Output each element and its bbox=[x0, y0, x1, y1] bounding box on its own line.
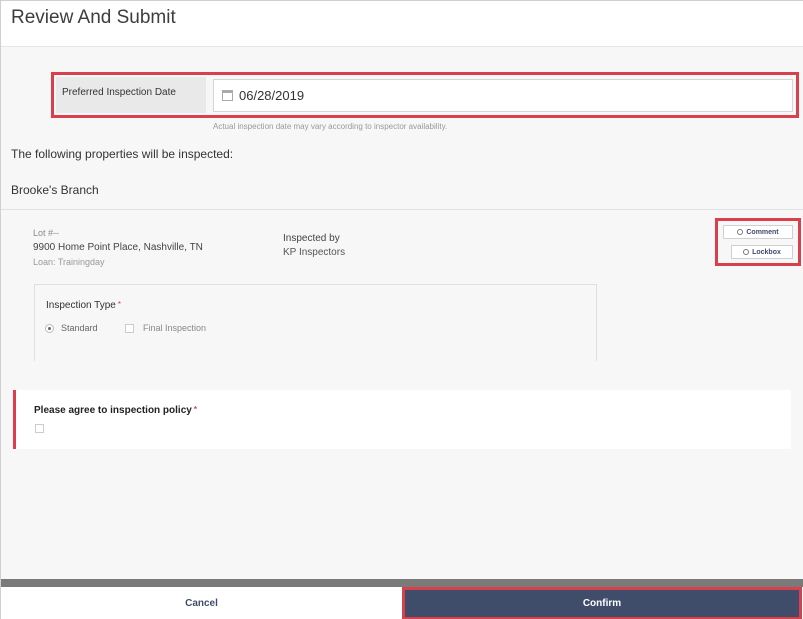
calendar-icon[interactable] bbox=[222, 90, 233, 101]
lockbox-button-label: Lockbox bbox=[752, 248, 781, 256]
page-title: Review And Submit bbox=[11, 7, 176, 28]
confirm-button[interactable]: Confirm bbox=[405, 590, 799, 617]
radio-standard[interactable] bbox=[45, 324, 54, 333]
comment-button[interactable]: Comment bbox=[723, 225, 793, 239]
review-submit-dialog: Review And Submit Preferred Inspection D… bbox=[0, 0, 803, 619]
loan-name: Loan: Trainingday bbox=[33, 257, 105, 267]
inspection-type-label: Inspection Type * bbox=[46, 300, 121, 311]
final-inspection-checkbox[interactable] bbox=[125, 324, 134, 333]
radio-standard-label[interactable]: Standard bbox=[61, 323, 98, 333]
date-availability-note: Actual inspection date may vary accordin… bbox=[213, 122, 448, 131]
cancel-button[interactable]: Cancel bbox=[1, 587, 402, 619]
branch-name: Brooke's Branch bbox=[11, 183, 99, 197]
property-address: 9900 Home Point Place, Nashville, TN bbox=[33, 242, 203, 253]
inspected-by-label: Inspected by bbox=[283, 233, 340, 244]
gear-icon bbox=[743, 249, 750, 255]
preferred-date-value[interactable]: 06/28/2019 bbox=[239, 88, 304, 103]
policy-label: Please agree to inspection policy * bbox=[34, 405, 197, 416]
comment-button-label: Comment bbox=[746, 228, 779, 236]
policy-checkbox[interactable] bbox=[35, 424, 44, 433]
policy-section bbox=[13, 390, 791, 449]
lockbox-button[interactable]: Lockbox bbox=[731, 245, 793, 259]
properties-heading: The following properties will be inspect… bbox=[11, 147, 234, 161]
required-mark: * bbox=[193, 405, 197, 414]
final-inspection-label[interactable]: Final Inspection bbox=[143, 323, 206, 333]
preferred-date-label: Preferred Inspection Date bbox=[62, 87, 176, 98]
dialog-header: Review And Submit bbox=[1, 1, 803, 47]
divider bbox=[1, 209, 803, 210]
inspector-name: KP Inspectors bbox=[283, 247, 346, 258]
footer-divider bbox=[1, 579, 803, 587]
inspection-type-box bbox=[34, 284, 597, 361]
required-mark: * bbox=[117, 300, 121, 309]
lot-number: Lot #-- bbox=[33, 228, 60, 238]
gear-icon bbox=[737, 229, 744, 235]
